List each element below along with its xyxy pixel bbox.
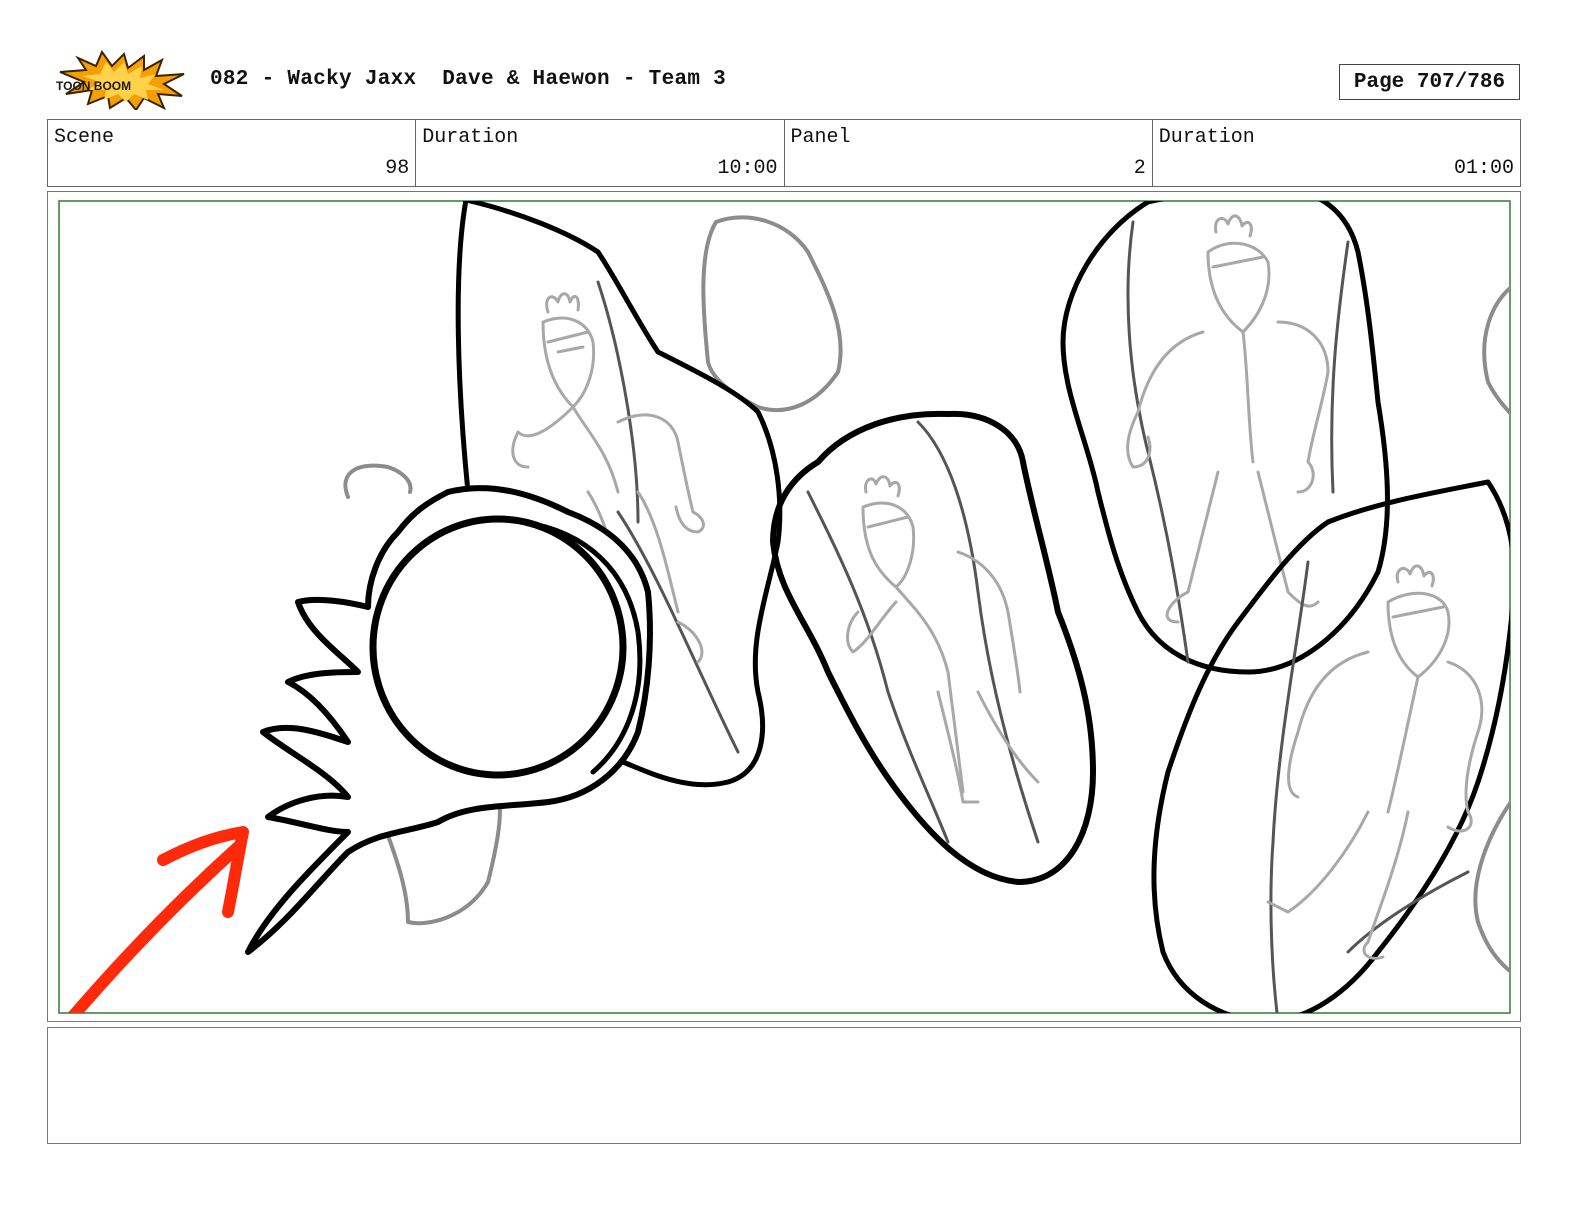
panel-info-row: Scene 98 Duration 10:00 Panel 2 Duration… [47,119,1521,187]
panel-drawing [58,200,1511,1014]
scene-label: Scene [54,126,115,149]
panel-value: 2 [1133,157,1146,180]
figure-sketch-3 [1126,214,1330,624]
page-label: Page 707/786 [1353,70,1506,94]
scene-duration-label: Duration [422,126,519,149]
background-rock-sketch-lowright [1473,799,1510,974]
scene-cell: Scene 98 [48,120,417,186]
panel-cell: Panel 2 [785,120,1153,186]
storyboard-title: 082 - Wacky Jaxx Dave & Haewon - Team 3 [210,68,727,91]
direction-arrow [67,826,249,1013]
storyboard-panel [47,191,1521,1022]
rock-2 [770,410,1096,885]
scene-duration-value: 10:00 [717,157,778,180]
background-rock-sketch-right [1482,285,1510,416]
panel-duration-cell: Duration 01:00 [1153,120,1520,186]
panel-duration-label: Duration [1158,126,1255,149]
panel-label: Panel [790,126,851,149]
logo-text: TOON BOOM [56,79,131,93]
scene-value: 98 [385,157,410,180]
cannonball [369,515,627,779]
page-indicator: Page 707/786 [1339,64,1520,100]
toon-boom-logo: TOON BOOM [52,49,188,112]
panel-notes-box [47,1027,1521,1144]
panel-duration-value: 01:00 [1453,157,1514,180]
rock-4 [1151,479,1510,1013]
background-rock-sketch [701,215,843,413]
scene-duration-cell: Duration 10:00 [416,120,785,186]
